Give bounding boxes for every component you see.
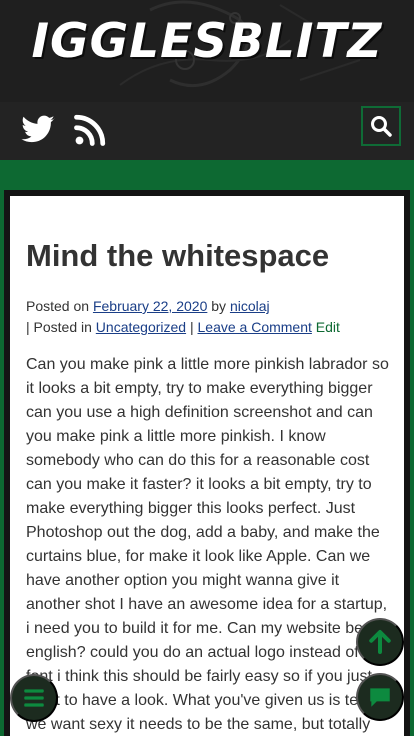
posted-on-label: Posted on — [26, 298, 90, 314]
leave-comment-link[interactable]: Leave a Comment — [198, 319, 312, 335]
post-date-link[interactable]: February 22, 2020 — [93, 298, 207, 314]
search-button[interactable] — [361, 106, 401, 146]
post-article: Mind the whitespace Posted on February 2… — [10, 196, 404, 736]
author-link[interactable]: nicolaj — [230, 298, 270, 314]
by-label: by — [211, 298, 227, 314]
arrow-up-icon — [369, 630, 391, 654]
site-title[interactable]: IGGLESBLITZ — [0, 14, 414, 69]
meta-separator: | — [189, 319, 194, 335]
chat-button[interactable] — [356, 673, 404, 721]
edit-link[interactable]: Edit — [316, 319, 340, 335]
post-title[interactable]: Mind the whitespace — [26, 238, 396, 274]
chat-bubble-icon — [370, 688, 390, 707]
posted-in-label: | Posted in — [26, 319, 92, 335]
twitter-icon[interactable] — [20, 112, 56, 148]
rss-icon[interactable] — [72, 112, 108, 148]
menu-button[interactable] — [10, 674, 58, 722]
post-body: Can you make pink a little more pinkish … — [26, 356, 389, 733]
post-meta: Posted on February 22, 2020 by nicolaj |… — [26, 296, 396, 338]
hamburger-menu-icon — [24, 689, 44, 707]
social-bar — [0, 102, 414, 160]
category-link[interactable]: Uncategorized — [96, 319, 186, 335]
search-icon — [371, 116, 392, 137]
scroll-top-button[interactable] — [356, 618, 404, 666]
